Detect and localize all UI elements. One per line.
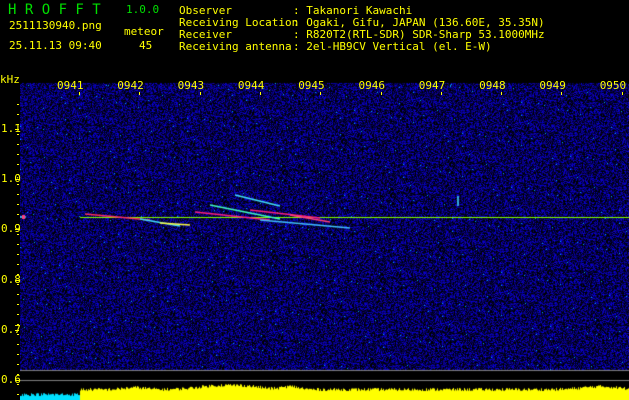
y-minor-tick: [17, 274, 19, 275]
y-minor-tick: [17, 244, 19, 245]
y-minor-tick: [17, 174, 19, 175]
y-minor-tick: [17, 124, 19, 125]
x-tick: [621, 92, 623, 95]
y-minor-tick: [17, 224, 19, 225]
file-datetime: 25.11.13 09:40: [9, 39, 102, 52]
y-minor-tick: [17, 284, 19, 285]
x-tick-label: 0944: [237, 79, 265, 92]
y-minor-tick: [17, 184, 19, 185]
y-minor-tick: [17, 304, 19, 305]
y-minor-tick: [17, 344, 19, 345]
app-version: 1.0.0: [126, 3, 160, 16]
spectrogram: [20, 80, 629, 400]
x-tick: [79, 92, 80, 95]
x-tick: [380, 92, 382, 95]
info-value: : 2el-HB9CV Vertical (el. E-W): [293, 40, 492, 53]
y-minor-tick: [17, 394, 19, 395]
x-tick-label: 0946: [358, 79, 386, 92]
x-tick: [259, 92, 261, 95]
x-tick-label: 0948: [479, 79, 506, 92]
y-minor-tick: [17, 214, 19, 215]
x-tick-label: 0945: [298, 79, 325, 92]
x-tick: [501, 92, 503, 95]
x-tick-label: 0943: [177, 79, 205, 92]
y-tick: [15, 179, 19, 181]
y-minor-tick: [17, 334, 19, 335]
y-minor-tick: [17, 234, 19, 235]
y-minor-tick: [17, 134, 19, 135]
y-minor-tick: [17, 384, 19, 385]
y-minor-tick: [17, 354, 19, 355]
y-minor-tick: [17, 364, 19, 365]
app-title: H R O F F T: [8, 2, 101, 18]
y-minor-tick: [17, 154, 19, 155]
y-minor-tick: [17, 204, 19, 205]
x-tick: [199, 92, 201, 95]
y-minor-tick: [17, 144, 19, 145]
x-tick: [561, 92, 563, 95]
y-minor-tick: [17, 294, 19, 295]
y-tick: [15, 329, 19, 331]
y-minor-tick: [17, 254, 19, 255]
y-minor-tick: [17, 374, 19, 375]
y-minor-tick: [17, 264, 19, 265]
x-tick-label: 0947: [418, 79, 446, 92]
y-minor-tick: [17, 114, 19, 115]
x-tick: [440, 92, 442, 95]
x-tick-label: 0950: [599, 79, 627, 92]
x-tick-label: 0942: [117, 79, 144, 92]
y-minor-tick: [17, 314, 19, 315]
x-tick: [320, 92, 322, 95]
y-tick: [15, 380, 19, 381]
y-minor-tick: [17, 164, 19, 165]
file-name: 2511130940.png: [9, 19, 102, 32]
meteor-count: 45: [139, 39, 153, 52]
y-unit: kHz: [0, 73, 20, 86]
y-minor-tick: [17, 194, 19, 195]
x-tick-label: 0949: [539, 79, 566, 92]
y-minor-tick: [17, 104, 19, 105]
x-tick: [139, 92, 141, 95]
y-tick: [15, 129, 19, 130]
y-tick: [15, 279, 19, 281]
info-label: Receiving antenna: [179, 40, 292, 53]
x-tick-label: 0941: [57, 79, 84, 92]
y-tick: [15, 229, 19, 231]
meteor-label: meteor: [124, 25, 164, 38]
y-minor-tick: [17, 324, 19, 325]
